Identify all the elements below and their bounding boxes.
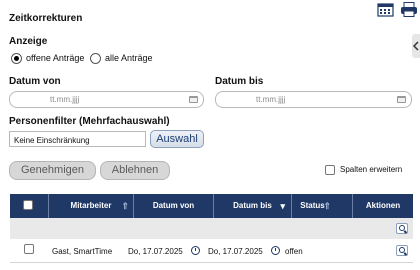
calendar-icon[interactable] bbox=[397, 96, 406, 103]
column-header-mitarbeiter[interactable]: Mitarbeiter ⇑ bbox=[48, 194, 133, 218]
select-all-checkbox[interactable] bbox=[23, 200, 33, 210]
personenfilter-label: Personenfilter (Mehrfachauswahl) bbox=[9, 116, 170, 127]
column-header-status[interactable]: Status ⇑ bbox=[291, 194, 333, 218]
spalten-erweitern-label: Spalten erweitern bbox=[340, 165, 403, 174]
search-icon[interactable] bbox=[396, 245, 408, 256]
calendar-icon[interactable] bbox=[377, 2, 394, 17]
sort-icon: ⇑ bbox=[323, 201, 331, 211]
panel-collapse-tab[interactable] bbox=[412, 34, 420, 58]
cell-datum-bis: Do, 17.07.2025 bbox=[208, 247, 263, 256]
page-title: Zeitkorrekturen bbox=[9, 13, 83, 24]
row-divider bbox=[10, 262, 413, 263]
auswahl-button[interactable]: Auswahl bbox=[150, 130, 204, 148]
anzeige-label: Anzeige bbox=[9, 36, 48, 47]
table-header: Mitarbeiter ⇑ Datum von Datum bis ▾ Stat… bbox=[10, 194, 413, 218]
row-checkbox[interactable] bbox=[24, 244, 34, 254]
clock-icon[interactable] bbox=[271, 246, 280, 255]
cell-mitarbeiter: Gast, SmartTime bbox=[52, 247, 113, 256]
ablehnen-button[interactable]: Ablehnen bbox=[100, 161, 170, 180]
column-header-datum-bis[interactable]: Datum bis ▾ bbox=[213, 194, 291, 218]
clock-icon[interactable] bbox=[191, 246, 200, 255]
radio-offene-label: offene Anträge bbox=[26, 53, 85, 63]
radio-offene-antraege[interactable] bbox=[11, 53, 22, 64]
datum-bis-label: Datum bis bbox=[215, 76, 264, 87]
column-datum-bis-label: Datum bis bbox=[233, 201, 272, 210]
spalten-erweitern-checkbox[interactable] bbox=[325, 165, 335, 175]
column-header-aktionen: Aktionen bbox=[352, 194, 413, 218]
search-icon[interactable] bbox=[396, 223, 408, 234]
magnifier-glyph bbox=[399, 247, 405, 253]
table-row[interactable]: Gast, SmartTime Do, 17.07.2025 Do, 17.07… bbox=[10, 240, 413, 262]
column-mitarbeiter-label: Mitarbeiter bbox=[70, 201, 112, 210]
genehmigen-button[interactable]: Genehmigen bbox=[9, 161, 96, 180]
radio-alle-label: alle Anträge bbox=[105, 53, 153, 63]
table-filter-row bbox=[10, 218, 413, 239]
personenfilter-field[interactable]: Keine Einschränkung bbox=[9, 131, 146, 147]
datum-bis-input[interactable]: tt.mm.jjjj bbox=[215, 91, 412, 108]
datum-von-placeholder: tt.mm.jjjj bbox=[50, 95, 80, 104]
column-header-datum-von[interactable]: Datum von bbox=[133, 194, 213, 218]
column-status-label: Status bbox=[300, 201, 325, 210]
cell-status: offen bbox=[285, 247, 303, 256]
column-datum-von-label: Datum von bbox=[152, 201, 195, 210]
datum-von-label: Datum von bbox=[9, 76, 61, 87]
sort-desc-icon: ▾ bbox=[280, 201, 285, 211]
sort-icon: ⇑ bbox=[121, 201, 129, 211]
datum-bis-placeholder: tt.mm.jjjj bbox=[256, 95, 286, 104]
column-aktionen-label: Aktionen bbox=[365, 201, 401, 210]
magnifier-glyph bbox=[399, 225, 405, 231]
datum-von-input[interactable]: tt.mm.jjjj bbox=[9, 91, 204, 108]
select-all-cell bbox=[10, 194, 48, 218]
printer-icon[interactable] bbox=[400, 2, 418, 17]
radio-alle-antraege[interactable] bbox=[90, 53, 101, 64]
calendar-icon[interactable] bbox=[189, 96, 198, 103]
cell-datum-von: Do, 17.07.2025 bbox=[128, 247, 183, 256]
